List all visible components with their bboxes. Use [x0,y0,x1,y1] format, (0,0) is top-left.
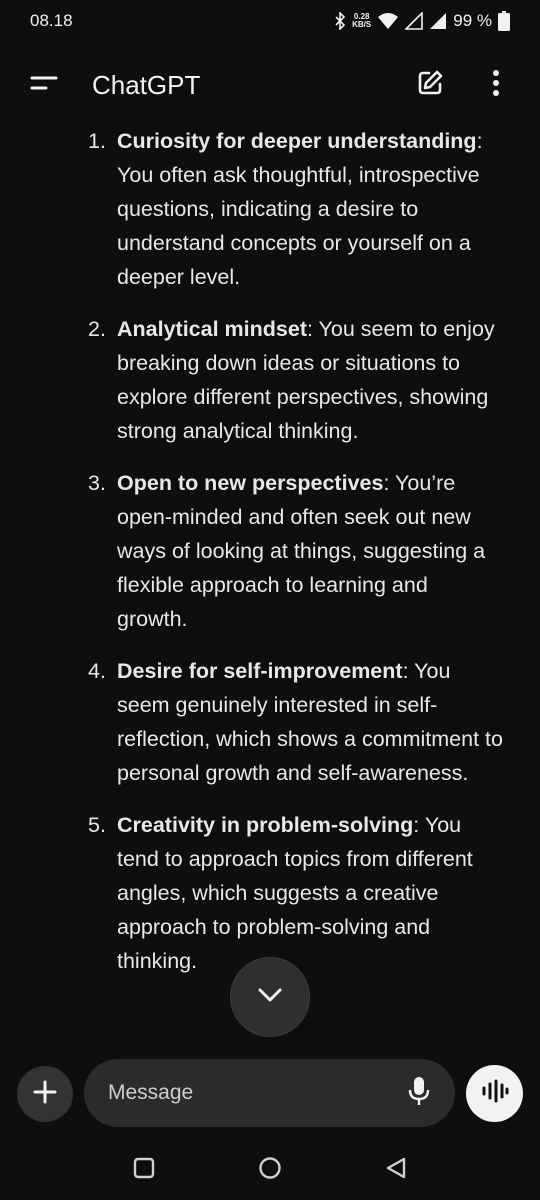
list-item-text: : You tend to approach topics from diffe… [117,813,473,973]
system-nav-bar [0,1140,540,1200]
microphone-button[interactable] [407,1076,431,1111]
app-bar: ChatGPT [0,55,540,115]
wifi-icon [377,12,399,30]
list-item-title: Analytical mindset [117,317,307,341]
menu-button[interactable] [24,65,64,105]
list-item-title: Open to new perspectives [117,471,384,495]
voice-waveform-icon [481,1079,509,1108]
signal-icon-2 [429,12,447,30]
menu-icon [29,73,59,98]
microphone-icon [407,1076,431,1110]
triangle-back-icon [385,1157,407,1184]
conversation-content[interactable]: 1. Curiosity for deeper understanding: Y… [0,124,540,1054]
status-icons: 0.28 KB/S 99 % [334,11,510,31]
list-item-text: : You’re open-minded and often seek out … [117,471,486,631]
more-options-button[interactable] [476,65,516,105]
list-item-title: Curiosity for deeper understanding [117,129,477,153]
message-placeholder: Message [108,1081,194,1104]
response-list: 1. Curiosity for deeper understanding: Y… [0,124,540,978]
list-item-text: : You often ask thoughtful, introspectiv… [117,129,483,289]
signal-icon [405,12,424,30]
status-time: 08.18 [30,11,73,30]
list-item: 3. Open to new perspectives: You’re open… [0,466,540,636]
battery-icon [498,11,510,31]
recents-button[interactable] [130,1156,158,1184]
list-item-title: Creativity in problem-solving [117,813,414,837]
battery-level: 99 % [453,11,492,30]
plus-icon [33,1080,57,1109]
net-speed-unit: KB/S [352,20,372,29]
list-item: 1. Curiosity for deeper understanding: Y… [0,124,540,294]
list-item-title: Desire for self-improvement [117,659,403,683]
list-item-number: 4. [88,659,106,683]
composer: Message [0,1058,540,1130]
more-vert-icon [492,68,500,103]
list-item: 5. Creativity in problem-solving: You te… [0,808,540,978]
square-icon [133,1157,155,1184]
back-button[interactable] [382,1156,410,1184]
list-item-number: 3. [88,471,106,495]
list-item-number: 2. [88,317,106,341]
chevron-down-icon [256,986,284,1009]
bluetooth-icon [334,12,346,30]
edit-icon [415,68,445,103]
message-input[interactable]: Message [84,1059,455,1127]
scroll-to-bottom-button[interactable] [231,958,309,1036]
voice-mode-button[interactable] [466,1065,523,1122]
list-item: 2. Analytical mindset: You seem to enjoy… [0,312,540,448]
net-speed: 0.28 KB/S [352,13,371,29]
list-item-number: 1. [88,129,106,153]
list-item-number: 5. [88,813,106,837]
circle-icon [258,1156,282,1185]
status-bar: 08.18 0.28 KB/S 99 % [0,0,540,42]
app-title: ChatGPT [92,69,201,100]
list-item: 4. Desire for self-improvement: You seem… [0,654,540,790]
add-attachment-button[interactable] [17,1066,73,1122]
home-button[interactable] [256,1156,284,1184]
new-chat-button[interactable] [410,65,450,105]
